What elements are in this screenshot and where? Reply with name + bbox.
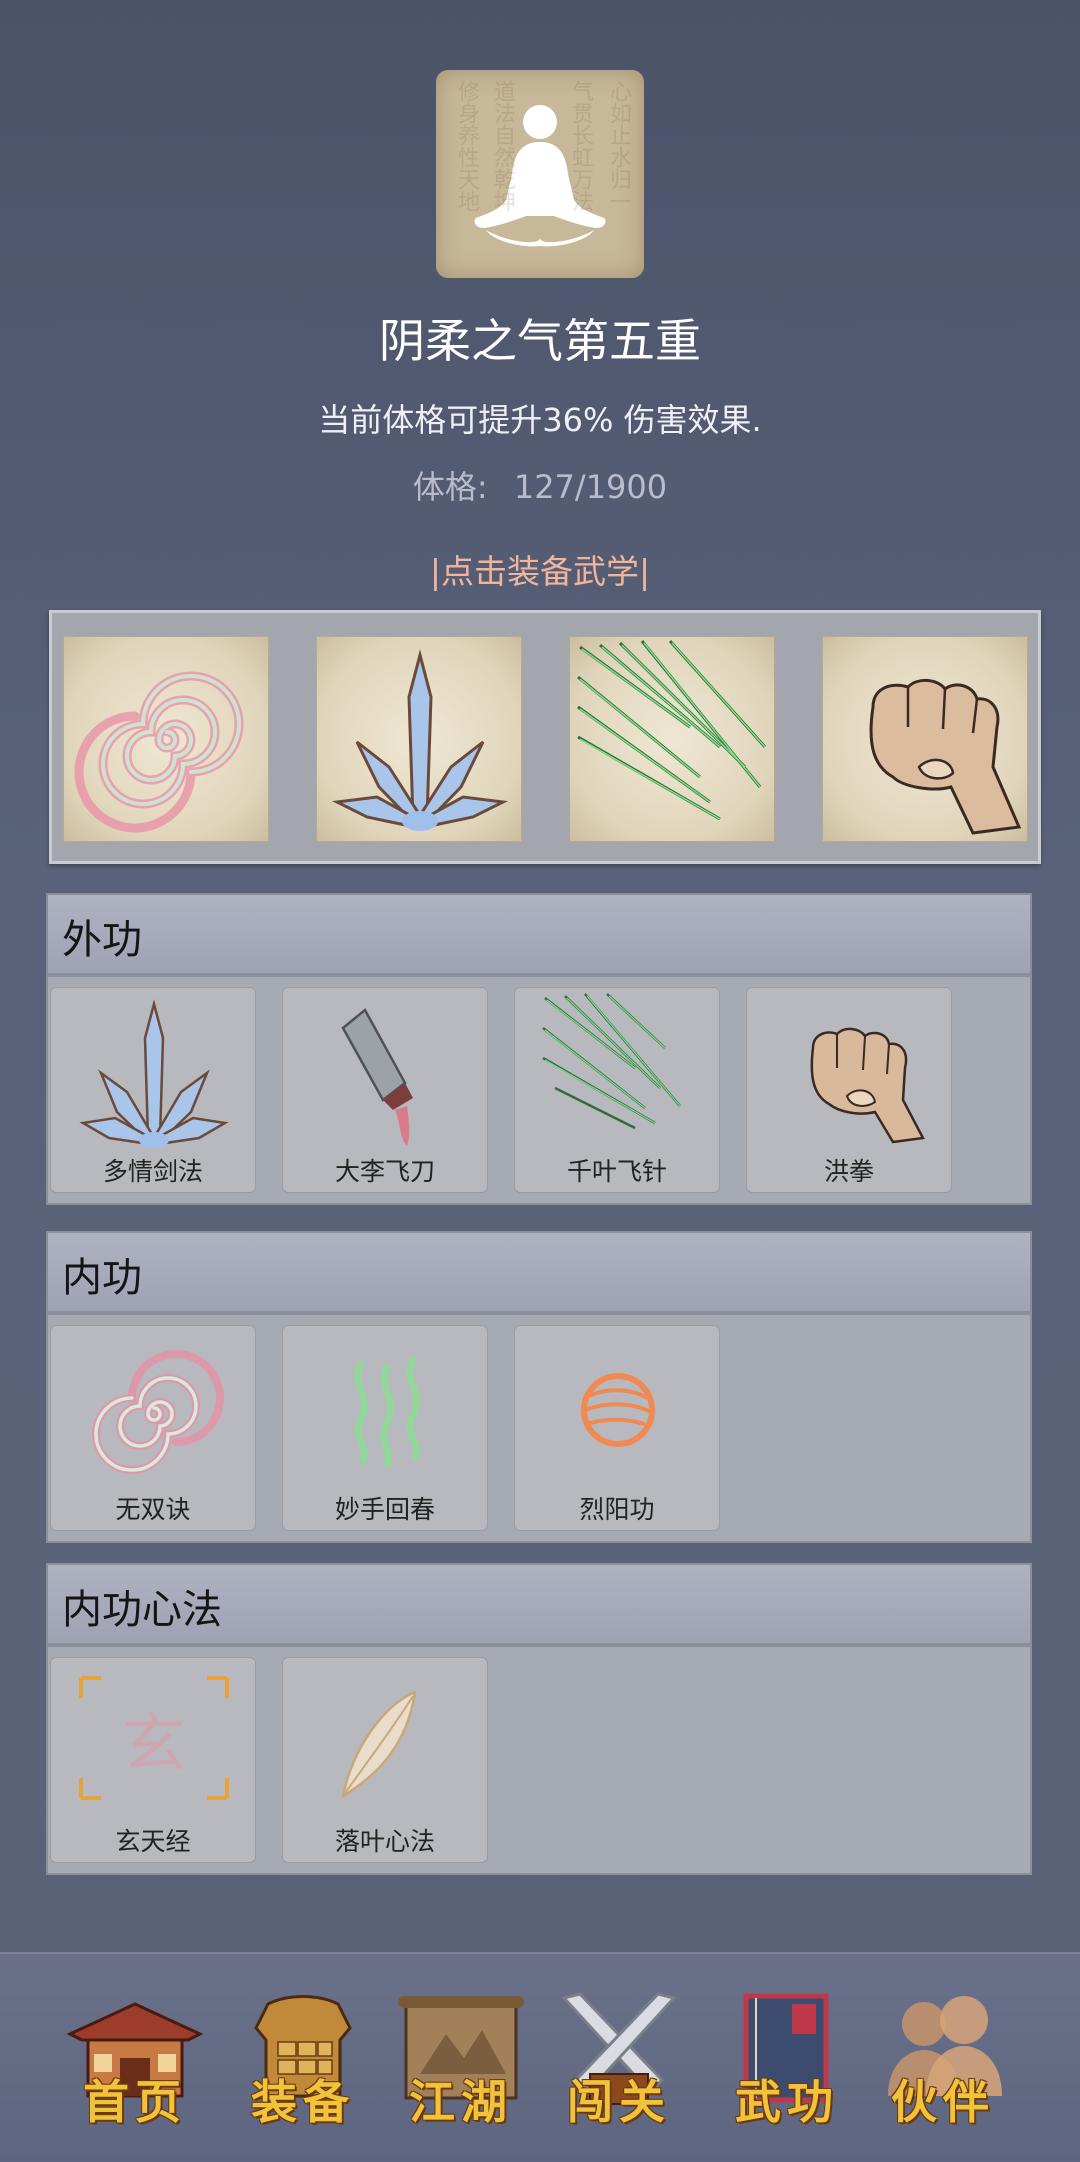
skill-name: 妙手回春 — [334, 1495, 435, 1524]
equip-slot-1[interactable] — [63, 636, 269, 842]
skill-card[interactable]: 多情剑法 — [50, 987, 256, 1193]
stat-label: 体格: — [412, 468, 488, 506]
cleaver-icon — [341, 1008, 413, 1146]
bottom-nav-bar: 首页 装备 江湖 闯关 武功 伙伴 — [0, 1952, 1080, 2162]
section-body-outer: 多情剑法 大李飞刀 千叶飞针 洪拳 — [46, 975, 1032, 1205]
nav-label: 武功 — [735, 2075, 839, 2129]
nav-equipment[interactable]: 装备 — [228, 1984, 378, 2144]
fist-icon — [810, 1027, 925, 1144]
meditation-portrait: 修身养性天地 道法自然乾坤 气贯长虹万法 心如止水归一 — [436, 70, 644, 278]
xuan-glyph-icon: 玄 — [79, 1676, 229, 1800]
healing-waves-icon — [354, 1356, 420, 1468]
swirl-icon — [92, 1350, 224, 1474]
needles-icon — [577, 639, 767, 821]
section-body-mind: 玄 玄天经 落叶心法 — [46, 1645, 1032, 1875]
blade-fan-icon — [79, 999, 229, 1148]
sun-orb-icon — [581, 1373, 655, 1447]
skill-card[interactable]: 大李飞刀 — [282, 987, 488, 1193]
skill-name: 玄天经 — [115, 1827, 191, 1856]
cultivation-title: 阴柔之气第五重 — [379, 314, 701, 368]
skill-card[interactable]: 妙手回春 — [282, 1325, 488, 1531]
section-title-mind: 内功心法 — [62, 1587, 222, 1633]
skill-name: 烈阳功 — [579, 1495, 655, 1524]
blade-fan-icon — [331, 649, 509, 831]
swirl-icon — [74, 671, 244, 833]
xuan-glyph: 玄 — [122, 1708, 186, 1782]
skill-name: 无双诀 — [115, 1495, 191, 1524]
nav-label: 伙伴 — [891, 2075, 995, 2129]
skill-name: 多情剑法 — [102, 1157, 203, 1186]
equip-slot-4[interactable] — [822, 636, 1028, 842]
nav-challenge[interactable]: 闯关 — [544, 1984, 694, 2144]
section-header-inner: 内功 — [46, 1231, 1032, 1313]
section-title-outer: 外功 — [62, 917, 142, 963]
nav-companions[interactable]: 伙伴 — [868, 1984, 1018, 2144]
needles-icon — [542, 993, 681, 1130]
skill-card[interactable]: 洪拳 — [746, 987, 952, 1193]
equip-slot-2[interactable] — [316, 636, 522, 842]
skill-name: 大李飞刀 — [334, 1157, 435, 1186]
nav-home[interactable]: 首页 — [60, 1984, 210, 2144]
skill-name: 千叶飞针 — [566, 1157, 667, 1186]
cultivation-description: 当前体格可提升36% 伤害效果. — [318, 401, 762, 439]
skill-name: 落叶心法 — [334, 1827, 435, 1856]
skill-name: 洪拳 — [823, 1157, 874, 1186]
nav-label: 江湖 — [409, 2075, 513, 2129]
nav-jianghu[interactable]: 江湖 — [386, 1984, 536, 2144]
equip-slot-3[interactable] — [569, 636, 775, 842]
skill-card[interactable]: 玄 玄天经 — [50, 1657, 256, 1863]
section-header-mind: 内功心法 — [46, 1563, 1032, 1645]
nav-label: 闯关 — [567, 2075, 671, 2129]
nav-label: 首页 — [83, 2075, 187, 2129]
equipped-skills-panel — [49, 610, 1041, 864]
skill-card[interactable]: 落叶心法 — [282, 1657, 488, 1863]
leaf-icon — [341, 1689, 417, 1799]
skill-card[interactable]: 无双诀 — [50, 1325, 256, 1531]
constitution-stat: 体格: 127/1900 — [0, 462, 1080, 508]
nav-martial-arts[interactable]: 武功 — [712, 1984, 862, 2144]
section-title-inner: 内功 — [62, 1255, 142, 1301]
stat-value: 127/1900 — [513, 468, 668, 506]
section-header-outer: 外功 — [46, 893, 1032, 975]
skill-card[interactable]: 烈阳功 — [514, 1325, 720, 1531]
skill-card[interactable]: 千叶飞针 — [514, 987, 720, 1193]
section-body-inner: 无双诀 妙手回春 烈阳功 — [46, 1313, 1032, 1543]
equip-skill-link[interactable]: |点击装备武学| — [0, 545, 1080, 593]
fist-icon — [869, 679, 1022, 835]
nav-label: 装备 — [251, 2075, 355, 2129]
